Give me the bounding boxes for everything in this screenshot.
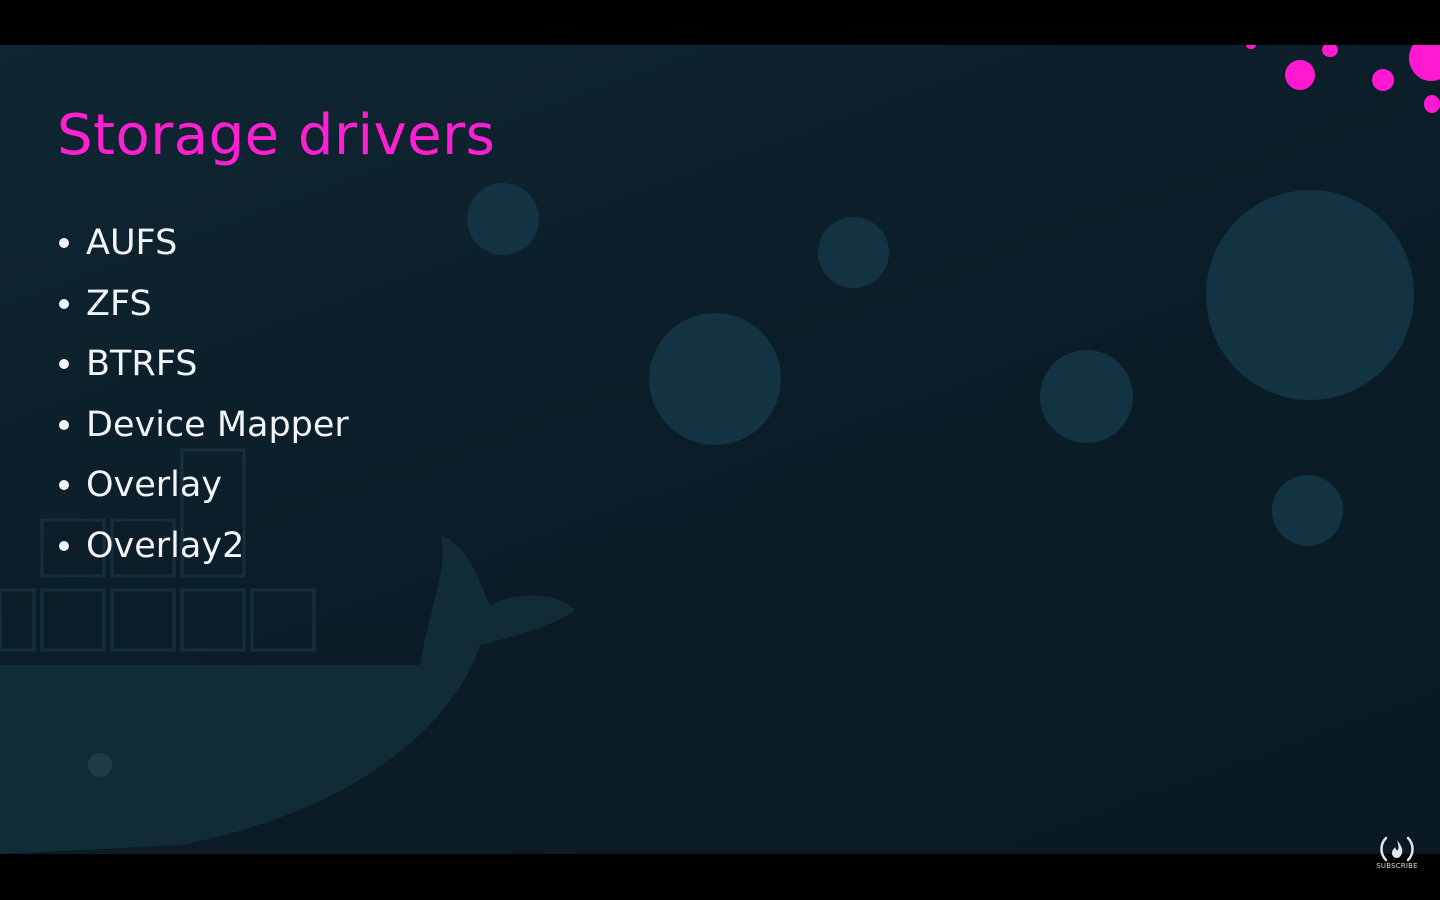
decorative-bubble [1040,350,1133,443]
list-item: Device Mapper [56,395,349,456]
list-item: BTRFS [56,334,349,395]
list-item: AUFS [56,213,349,274]
presentation-slide: Storage drivers AUFS ZFS BTRFS Device Ma… [0,45,1440,854]
accent-dot [1285,60,1315,90]
bullet-icon [59,540,69,551]
top-letterbox [0,0,1440,45]
subscribe-button[interactable]: SUBSCRIBE [1372,834,1422,878]
bullet-icon [59,298,69,309]
driver-label: BTRFS [86,344,198,385]
accent-dot [1372,69,1394,91]
list-item: ZFS [56,274,349,335]
bullet-icon [59,238,69,249]
driver-label: AUFS [86,223,178,264]
bullet-icon [59,419,69,430]
bottom-letterbox [0,854,1440,900]
storage-driver-list: AUFS ZFS BTRFS Device Mapper Overlay Ove… [56,213,349,576]
slide-title: Storage drivers [57,103,496,168]
subscribe-label: SUBSCRIBE [1376,862,1418,870]
decorative-bubble [818,217,889,288]
bullet-icon [59,359,69,370]
accent-dot [1246,45,1256,49]
driver-label: Overlay2 [86,525,245,566]
list-item: Overlay [56,455,349,516]
decorative-bubble [1272,475,1343,546]
driver-label: Device Mapper [86,404,349,445]
list-item: Overlay2 [56,516,349,577]
driver-label: Overlay [86,465,223,506]
bullet-icon [59,480,69,491]
freecodecamp-logo-icon [1380,836,1414,862]
decorative-bubble [1206,190,1414,400]
accent-dot [1322,45,1338,57]
driver-label: ZFS [86,283,152,324]
accent-dot [1424,95,1440,113]
accent-dot [1409,45,1440,81]
